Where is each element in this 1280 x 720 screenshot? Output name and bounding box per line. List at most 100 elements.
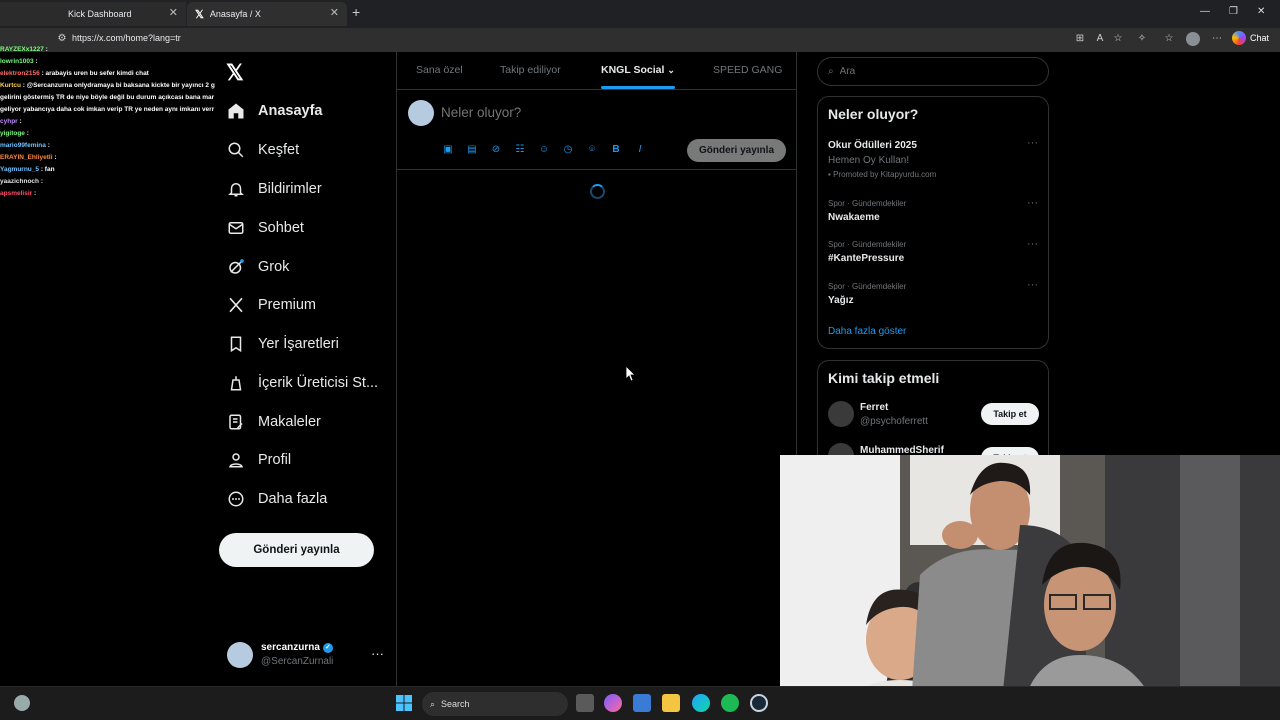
read-aloud-icon[interactable]: A: [1093, 32, 1107, 46]
account-switcher[interactable]: sercanzurna ✓ @SercanZurnali ···: [227, 640, 387, 672]
tab-speed-gang[interactable]: SPEED GANG: [713, 64, 782, 76]
nav-item-creator-studio[interactable]: İçerik Üreticisi St...: [226, 368, 378, 398]
post-button[interactable]: Gönderi yayınla: [219, 533, 374, 567]
minimize-icon[interactable]: —: [1200, 6, 1210, 17]
avatar[interactable]: [828, 401, 854, 427]
trend-name[interactable]: Nwakaeme: [828, 212, 880, 223]
emoji-icon[interactable]: ☺: [537, 143, 551, 157]
chat-text: : arabayis uren bu sefer kimdi chat: [41, 70, 149, 77]
nav-item-messages[interactable]: Sohbet: [226, 213, 304, 243]
copilot-icon[interactable]: [604, 694, 622, 712]
nav-item-more[interactable]: Daha fazla: [226, 484, 327, 514]
profile-avatar[interactable]: [1186, 32, 1200, 46]
compose-input[interactable]: [441, 105, 661, 120]
favorites-icon[interactable]: ☆: [1162, 32, 1176, 46]
bold-icon[interactable]: B: [609, 143, 623, 157]
trend-meta: Spor · Gündemdekiler: [828, 199, 907, 208]
chat-line: cyhpr :: [0, 116, 215, 128]
location-icon[interactable]: ⌾: [585, 143, 599, 157]
chat-text: : fan: [40, 166, 55, 173]
chat-line: mario99femina :: [0, 140, 215, 152]
chat-user: lowrin1003: [0, 58, 34, 65]
x-home-logo-icon[interactable]: 𝕏: [226, 60, 244, 86]
stream-chat-overlay: RAYZEXx1227 : lowrin1003 : elektron2156 …: [0, 8, 215, 200]
chat-user: yigitoge: [0, 130, 25, 137]
who-to-follow-panel: Kimi takip etmeli Ferret @psychoferrett …: [817, 360, 1049, 460]
show-more-link[interactable]: Daha fazla göster: [828, 326, 906, 337]
suggest-name[interactable]: Ferret: [860, 402, 888, 413]
webcam-image: [780, 455, 1280, 720]
spotify-icon[interactable]: [721, 694, 739, 712]
extensions-icon[interactable]: ✧: [1135, 32, 1149, 46]
nav-item-explore[interactable]: Keşfet: [226, 135, 299, 165]
chat-line: yigitoge :: [0, 128, 215, 140]
nav-label: Daha fazla: [258, 491, 328, 507]
person-icon: [226, 450, 246, 470]
avatar[interactable]: [408, 100, 434, 126]
grid-icon[interactable]: ⊞: [1073, 32, 1087, 46]
tab-following[interactable]: Takip ediliyor: [500, 64, 561, 76]
avatar: [227, 642, 253, 668]
more-icon[interactable]: ···: [1027, 279, 1038, 291]
task-view-icon[interactable]: [576, 694, 594, 712]
more-icon[interactable]: ···: [1027, 238, 1038, 250]
trends-title: Neler oluyor?: [828, 106, 919, 122]
who-title: Kimi takip etmeli: [828, 370, 940, 386]
more-icon[interactable]: ⋯: [1210, 32, 1224, 46]
close-icon[interactable]: ✕: [330, 6, 339, 19]
new-tab-button[interactable]: +: [352, 4, 360, 20]
nav-item-profile[interactable]: Profil: [226, 445, 291, 475]
schedule-icon[interactable]: ◷: [561, 143, 575, 157]
search-input[interactable]: [839, 66, 1030, 77]
more-icon[interactable]: ···: [371, 646, 384, 661]
chat-text: :: [45, 46, 48, 53]
tab-kngl-social[interactable]: KNGL Social ⌄: [601, 64, 675, 76]
loading-spinner-icon: [590, 184, 605, 199]
chat-text: gelirini göstermiş TR de niye böyle deği…: [0, 94, 215, 101]
nav-item-home[interactable]: Anasayfa: [226, 96, 322, 126]
more-icon[interactable]: ···: [1027, 197, 1038, 209]
compose-post-button[interactable]: Gönderi yayınla: [687, 139, 786, 162]
promo-name[interactable]: Okur Ödülleri 2025: [828, 140, 917, 151]
nav-item-grok[interactable]: Grok: [226, 252, 289, 282]
poll-icon[interactable]: ☷: [513, 143, 527, 157]
chat-user: yaazichnoch: [0, 178, 40, 185]
chat-line: geliyor yabancıya daha cok imkan verip T…: [0, 104, 215, 116]
grok-icon[interactable]: ⊘: [489, 143, 503, 157]
trend-name[interactable]: #KantePressure: [828, 253, 904, 264]
trend-name[interactable]: Yağız: [828, 295, 854, 306]
file-explorer-icon[interactable]: [662, 694, 680, 712]
nav-item-notifications[interactable]: Bildirimler: [226, 174, 322, 204]
edge-icon[interactable]: [692, 694, 710, 712]
nav-item-bookmarks[interactable]: Yer İşaretleri: [226, 329, 339, 359]
window-close-icon[interactable]: ✕: [1257, 6, 1265, 17]
copilot-chat-button[interactable]: Chat: [1232, 31, 1269, 45]
steam-icon[interactable]: [750, 694, 768, 712]
store-icon[interactable]: [633, 694, 651, 712]
follow-button[interactable]: Takip et: [981, 403, 1039, 425]
chat-text: :: [47, 142, 50, 149]
tab-label: Anasayfa / X: [209, 9, 261, 19]
restore-icon[interactable]: ❐: [1229, 6, 1238, 17]
image-icon[interactable]: ▣: [441, 143, 455, 157]
nav-item-articles[interactable]: Makaleler: [226, 407, 321, 437]
favorite-star-icon[interactable]: ☆: [1111, 32, 1125, 46]
more-icon[interactable]: ···: [1027, 137, 1038, 149]
taskbar-search[interactable]: ⌕ Search: [422, 692, 568, 716]
chat-line: gelirini göstermiş TR de niye böyle deği…: [0, 92, 215, 104]
chat-line: elektron2156 : arabayis uren bu sefer ki…: [0, 68, 215, 80]
weather-icon[interactable]: [14, 695, 30, 711]
tab-for-you[interactable]: Sana özel: [416, 64, 463, 76]
italic-icon[interactable]: I: [633, 143, 647, 157]
windows-start-icon[interactable]: [396, 695, 412, 711]
taskbar-search-label: Search: [441, 699, 470, 709]
nav-item-premium[interactable]: Premium: [226, 290, 316, 320]
chat-line: Kurtcu : @Sercanzurna onlydramaya bi bak…: [0, 80, 215, 92]
chat-text: :: [40, 178, 43, 185]
search-box[interactable]: ⌕: [817, 57, 1049, 86]
nav-label: Grok: [258, 259, 290, 275]
nav-label: Anasayfa: [258, 103, 323, 119]
nav-label: Bildirimler: [258, 181, 322, 197]
gif-icon[interactable]: ▤: [465, 143, 479, 157]
search-icon: ⌕: [828, 66, 834, 77]
